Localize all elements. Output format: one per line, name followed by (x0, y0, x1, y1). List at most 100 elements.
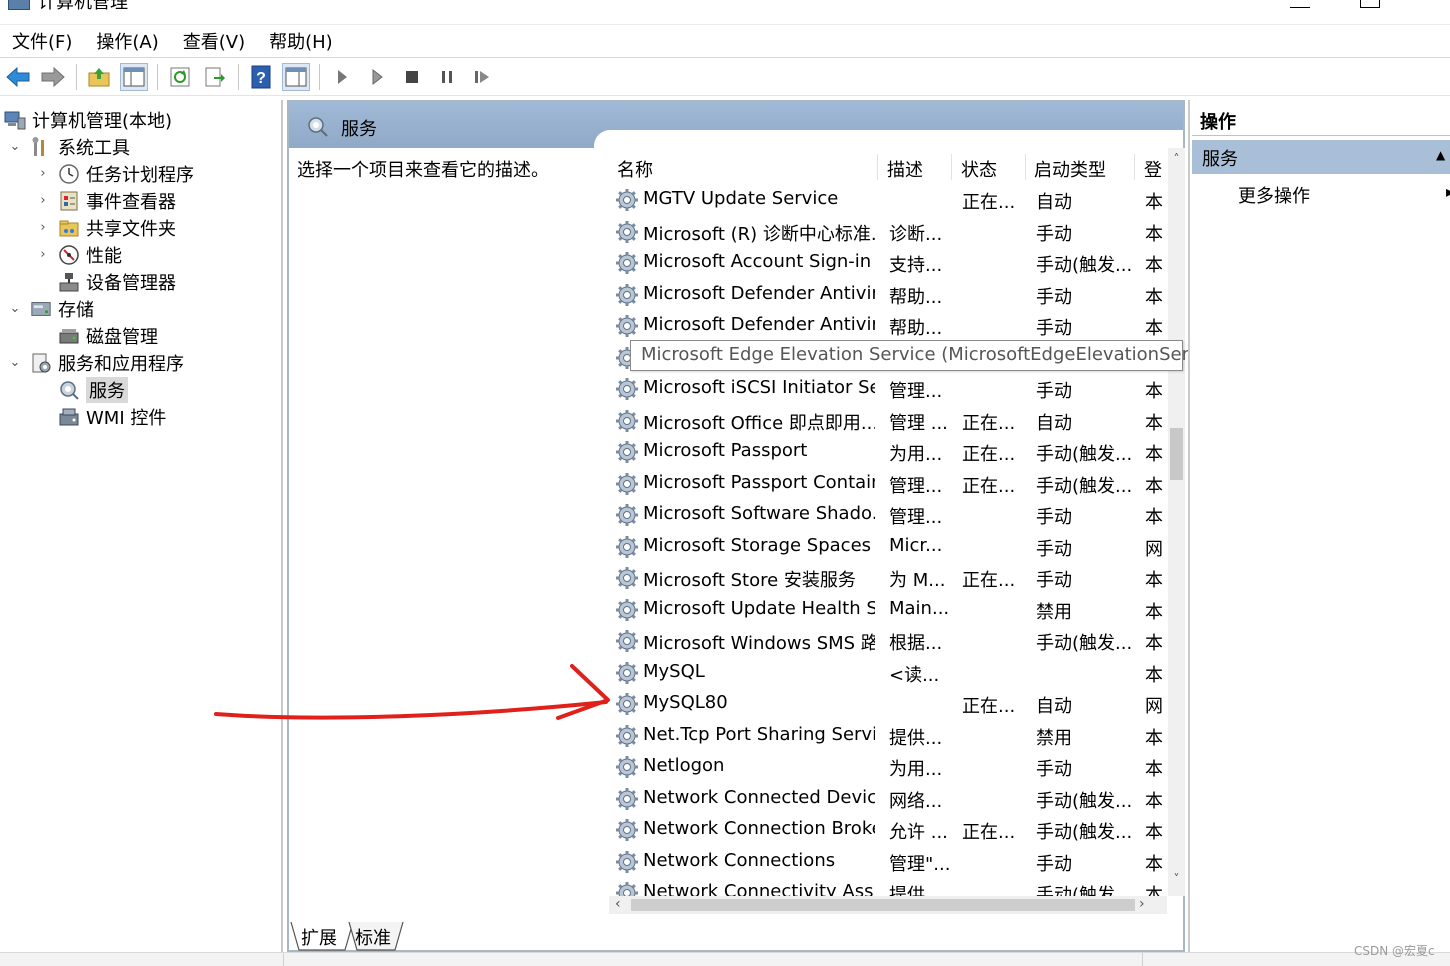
start-service-alt-button[interactable] (363, 63, 391, 91)
table-row[interactable]: Net.Tcp Port Sharing Service 提供... 禁用 本 (609, 720, 1167, 751)
service-gear-icon (615, 598, 639, 627)
column-header-description[interactable]: 描述 (887, 156, 923, 182)
table-row[interactable]: Microsoft iSCSI Initiator Ser... 管理... 手动 本 (609, 373, 1167, 404)
menu-help[interactable]: 帮助(H) (269, 28, 333, 54)
close-button[interactable] (1430, 0, 1450, 8)
tree-label: 服务 (86, 376, 128, 403)
service-description-cell: 管理... (889, 381, 943, 402)
table-row[interactable]: Network Connection Broker 允许 ... 正在... 手动(触… (609, 814, 1167, 845)
collapse-icon[interactable]: ▲ (1436, 148, 1445, 162)
table-row[interactable]: Microsoft Office 即点即用... 管理 ... 正在... 自动 本 (609, 405, 1167, 436)
tree-item-performance[interactable]: › 性能 (36, 241, 122, 268)
tree-label: 系统工具 (58, 137, 130, 159)
back-button[interactable] (4, 63, 32, 91)
scroll-down-icon[interactable]: ˅ (1168, 872, 1185, 886)
table-row[interactable]: Microsoft (R) 诊断中心标准... 诊断... 手动 本 (609, 216, 1167, 247)
table-row[interactable]: Netlogon 为用... 手动 本 (609, 751, 1167, 782)
stop-service-button[interactable] (398, 63, 426, 91)
table-row[interactable]: Microsoft Store 安装服务 为 M... 正在... 手动 本 (609, 562, 1167, 593)
table-row[interactable]: Microsoft Software Shado... 管理... 手动 本 (609, 499, 1167, 530)
minimize-button[interactable] (1290, 0, 1310, 8)
tree-item-wmi[interactable]: WMI 控件 (36, 403, 166, 430)
table-row[interactable]: MGTV Update Service 正在... 自动 本 (609, 184, 1167, 215)
table-row[interactable]: Microsoft Account Sign-in ... 支持... 手动(触发.… (609, 247, 1167, 278)
chevron-right-icon[interactable]: › (36, 247, 50, 262)
service-logon: 本 (1145, 507, 1163, 528)
scroll-thumb[interactable] (631, 899, 1135, 911)
column-divider[interactable] (1025, 154, 1026, 180)
show-hide-tree-button[interactable] (120, 62, 148, 91)
scroll-up-icon[interactable]: ˄ (1168, 152, 1185, 166)
service-description-cell: 为用... (889, 444, 943, 465)
tab-standard[interactable]: 标准 (355, 920, 391, 950)
tree-item-disk-management[interactable]: 磁盘管理 (36, 322, 158, 349)
start-service-button[interactable] (328, 63, 356, 91)
service-description-cell: 支持... (889, 255, 943, 276)
more-actions-item[interactable]: 更多操作 (1238, 182, 1310, 208)
up-level-button[interactable] (85, 63, 113, 91)
table-row[interactable]: MySQL80 正在... 自动 网 (609, 688, 1167, 719)
menu-action[interactable]: 操作(A) (96, 28, 158, 54)
column-header-status[interactable]: 状态 (961, 156, 997, 182)
table-row[interactable]: Microsoft Windows SMS 路... 根据... 手动(触发... 本 (609, 625, 1167, 656)
event-viewer-icon (58, 190, 80, 212)
tree-label: 磁盘管理 (86, 326, 158, 348)
vertical-scrollbar[interactable]: ˄ ˅ (1168, 148, 1185, 896)
show-action-pane-button[interactable] (282, 62, 310, 91)
tree-item-shared-folders[interactable]: › 共享文件夹 (36, 214, 176, 241)
tree-item-task-scheduler[interactable]: › 任务计划程序 (36, 160, 194, 187)
service-status: 正在... (962, 696, 1016, 717)
table-row[interactable]: Network Connected Devic... 网络... 手动(触发... 本 (609, 783, 1167, 814)
horizontal-scrollbar[interactable]: ‹ › (609, 896, 1167, 914)
export-list-button[interactable] (201, 63, 229, 91)
header-notch (594, 130, 1183, 148)
table-row[interactable]: Network Connections 管理"... 手动 本 (609, 846, 1167, 877)
chevron-right-icon[interactable]: › (36, 220, 50, 235)
menu-file[interactable]: 文件(F) (12, 28, 72, 54)
maximize-button[interactable] (1360, 0, 1380, 8)
column-header-name[interactable]: 名称 (617, 156, 653, 182)
chevron-right-icon[interactable]: › (36, 193, 50, 208)
forward-button[interactable] (39, 63, 67, 91)
table-row[interactable]: MySQL <读... 本 (609, 657, 1167, 688)
scroll-right-icon[interactable]: › (1139, 896, 1145, 912)
column-header-logon[interactable]: 登 (1144, 156, 1162, 182)
table-row[interactable]: Microsoft Defender Antivir... 帮助... 手动 本 (609, 279, 1167, 310)
chevron-down-icon[interactable]: ⌄ (8, 301, 22, 316)
actions-section-services[interactable]: 服务 ▲ (1192, 140, 1450, 174)
tree-item-services-apps[interactable]: ⌄ 服务和应用程序 (8, 349, 184, 376)
help-button[interactable]: ? (247, 63, 275, 91)
tree-item-event-viewer[interactable]: › 事件查看器 (36, 187, 176, 214)
scroll-left-icon[interactable]: ‹ (615, 896, 621, 912)
chevron-down-icon[interactable]: ⌄ (8, 355, 22, 370)
table-row[interactable]: Microsoft Update Health S... Main... 禁用 本 (609, 594, 1167, 625)
column-divider[interactable] (877, 154, 878, 180)
table-row[interactable]: Microsoft Passport Container 管理... 正在... 手动… (609, 468, 1167, 499)
tree-item-storage[interactable]: ⌄ 存储 (8, 295, 94, 322)
service-name-tooltip: Microsoft Edge Elevation Service (Micros… (630, 340, 1233, 371)
tab-extended[interactable]: 扩展 (301, 920, 337, 950)
pause-service-button[interactable] (433, 63, 461, 91)
tree-item-services[interactable]: 服务 (36, 376, 128, 403)
column-header-startup-type[interactable]: 启动类型 (1034, 156, 1106, 182)
service-startup-type: 手动 (1036, 507, 1072, 528)
table-row[interactable]: Microsoft Passport 为用... 正在... 手动(触发... 本 (609, 436, 1167, 467)
tree-item-device-manager[interactable]: 设备管理器 (36, 268, 176, 295)
tree-label: 共享文件夹 (86, 218, 176, 240)
scroll-thumb[interactable] (1170, 428, 1183, 480)
table-row[interactable]: Microsoft Defender Antivir... 帮助... 手动 本 (609, 310, 1167, 341)
menu-view[interactable]: 查看(V) (183, 28, 245, 54)
refresh-button[interactable] (166, 63, 194, 91)
table-row[interactable]: Microsoft Storage Spaces S... Micr... 手动 网 (609, 531, 1167, 562)
restart-service-button[interactable] (468, 63, 496, 91)
table-row[interactable]: Network Connectivity Assis... 提供... 手动(触发.… (609, 877, 1167, 896)
service-status: 正在... (962, 444, 1016, 465)
tree-item-root[interactable]: 计算机管理(本地) (4, 106, 172, 133)
tree-item-system-tools[interactable]: ⌄ 系统工具 (8, 133, 130, 160)
service-description-cell: 允许 ... (889, 822, 948, 843)
chevron-down-icon[interactable]: ⌄ (8, 139, 22, 154)
chevron-right-icon[interactable]: › (36, 166, 50, 181)
column-divider[interactable] (1134, 154, 1135, 180)
service-description-cell: Micr... (889, 534, 943, 556)
column-divider[interactable] (951, 154, 952, 180)
